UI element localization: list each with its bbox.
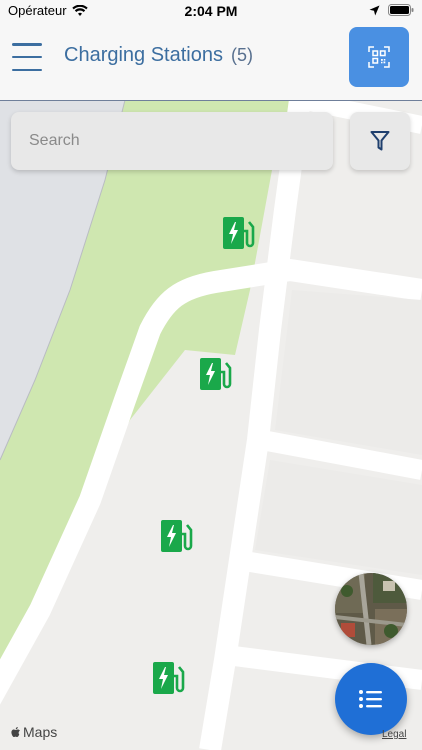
filter-button[interactable]: [350, 112, 410, 170]
map-view[interactable]: [0, 100, 422, 750]
hamburger-menu-button[interactable]: [12, 43, 44, 71]
qr-scan-button[interactable]: [349, 27, 409, 87]
menu-line: [12, 55, 42, 59]
maps-attribution: Maps: [10, 724, 57, 740]
navigation-bar: Charging Stations (5): [0, 24, 422, 101]
charging-station-marker[interactable]: [222, 215, 258, 251]
ev-charger-icon: [223, 217, 255, 249]
app-screen: Opérateur 2:04 PM Charging Stations (5) …: [0, 0, 422, 750]
charging-station-marker[interactable]: [160, 518, 196, 554]
menu-line: [12, 68, 42, 71]
search-input[interactable]: [11, 112, 319, 170]
station-count: (5): [230, 45, 253, 65]
ev-charger-icon: [200, 358, 232, 390]
ev-charger-icon: [153, 662, 185, 694]
charging-station-marker[interactable]: [152, 660, 188, 696]
list-icon: [359, 690, 382, 708]
status-right: [369, 4, 414, 16]
charging-station-marker[interactable]: [199, 356, 235, 392]
satellite-thumbnail-icon: [335, 573, 407, 645]
page-title-text: Charging Stations: [64, 44, 223, 66]
filter-funnel-icon: [370, 131, 390, 151]
satellite-view-button[interactable]: [335, 573, 407, 645]
status-bar: Opérateur 2:04 PM: [0, 0, 422, 24]
legal-link[interactable]: Legal: [382, 729, 406, 740]
menu-line: [12, 43, 42, 46]
maps-attribution-text: Maps: [23, 724, 58, 740]
qr-scan-icon: [368, 46, 390, 68]
location-arrow-icon: [369, 5, 380, 15]
battery-icon: [388, 4, 414, 16]
page-title: Charging Stations (5): [64, 44, 253, 67]
ev-charger-icon: [161, 520, 193, 552]
station-list-button[interactable]: [335, 663, 407, 735]
apple-logo-icon: [11, 726, 20, 737]
clock: 2:04 PM: [184, 3, 238, 19]
search-box: [11, 112, 333, 170]
